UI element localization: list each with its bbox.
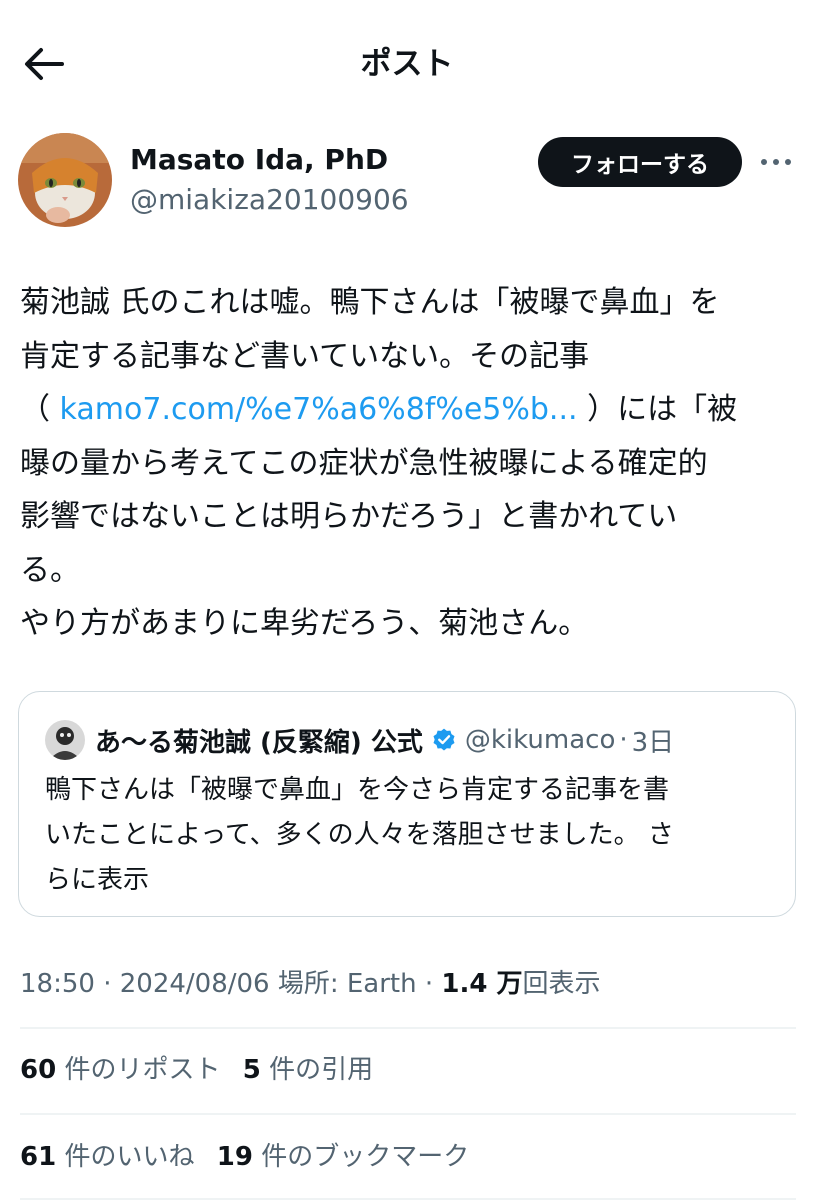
divider	[20, 1027, 796, 1029]
follow-button[interactable]: フォローする	[538, 137, 742, 187]
more-horizontal-icon	[761, 159, 767, 165]
verified-badge-icon	[431, 727, 457, 753]
stats-row-reposts: 60 件のリポスト 5 件の引用	[20, 1050, 387, 1090]
tweet-link[interactable]: kamo7.com/%e7%a6%8f%e5%b...	[60, 392, 578, 427]
tweet-location: 場所: Earth	[269, 969, 417, 999]
quotes-stat[interactable]: 5 件の引用	[243, 1055, 373, 1085]
separator-dot: ·	[619, 725, 628, 755]
author-handle[interactable]: @miakiza20100906	[130, 181, 409, 219]
quoted-tweet-text: 鴨下さんは「被曝で鼻血」を今さら肯定する記事を書 いたことによって、多くの人々を…	[45, 768, 775, 903]
quoted-tweet-header: あ〜る菊池誠 (反緊縮) 公式 @kikumaco · 3日	[45, 720, 674, 760]
quoted-author-handle: @kikumaco	[464, 725, 616, 755]
quoted-line: 鴨下さんは「被曝で鼻血」を今さら肯定する記事を書	[45, 775, 670, 805]
tweet-time[interactable]: 18:50	[20, 969, 95, 999]
tweet-date[interactable]: 2024/08/06	[120, 969, 270, 999]
tweet-line: る。	[20, 552, 80, 588]
quoted-time: 3日	[631, 727, 675, 758]
cat-avatar-image	[18, 133, 112, 227]
avatar[interactable]	[18, 133, 112, 227]
tweet-meta: 18:50 · 2024/08/06 場所: Earth · 1.4 万回表示	[20, 969, 601, 999]
show-more-link[interactable]: らに表示	[45, 858, 775, 903]
views-count: 1.4 万	[441, 969, 523, 999]
more-options-button[interactable]	[754, 147, 798, 177]
quoted-avatar	[45, 720, 85, 760]
tweet-line: 肯定する記事など書いていない。その記事	[20, 338, 590, 374]
divider	[20, 1113, 796, 1115]
tweet-line: 曝の量から考えてこの症状が急性被曝による確定的	[20, 445, 708, 481]
quoted-tweet-card[interactable]: あ〜る菊池誠 (反緊縮) 公式 @kikumaco · 3日 鴨下さんは「被曝で…	[18, 691, 796, 917]
divider	[20, 1198, 796, 1200]
author-row: Masato Ida, PhD @miakiza20100906 フォローする	[18, 133, 798, 229]
tweet-line: 影響ではないことは明らかだろう」と書かれてい	[20, 499, 678, 534]
tweet-line: 菊池誠 氏のこれは嘘。鴨下さんは「被曝で鼻血」を	[20, 285, 720, 320]
quoted-author-name: あ〜る菊池誠 (反緊縮) 公式	[95, 727, 423, 758]
tweet-line: やり方があまりに卑劣だろう、菊池さん。	[20, 606, 589, 641]
reposts-stat[interactable]: 60 件のリポスト	[20, 1055, 220, 1085]
bookmarks-stat[interactable]: 19 件のブックマーク	[217, 1142, 469, 1172]
quoted-line: いたことによって、多くの人々を落胆させました。 さ	[45, 820, 674, 850]
likes-stat[interactable]: 61 件のいいね	[20, 1142, 194, 1172]
top-bar: ポスト	[0, 0, 814, 128]
tweet-line-with-link: （ kamo7.com/%e7%a6%8f%e5%b... ）には「被	[20, 392, 738, 427]
tweet-text: 菊池誠 氏のこれは嘘。鴨下さんは「被曝で鼻血」を 肯定する記事など書いていない。…	[20, 276, 800, 651]
page-title: ポスト	[360, 46, 454, 82]
stats-row-likes: 61 件のいいね 19 件のブックマーク	[20, 1137, 483, 1177]
author-display-name[interactable]: Masato Ida, PhD	[130, 141, 388, 179]
views-label: 回表示	[522, 969, 601, 999]
